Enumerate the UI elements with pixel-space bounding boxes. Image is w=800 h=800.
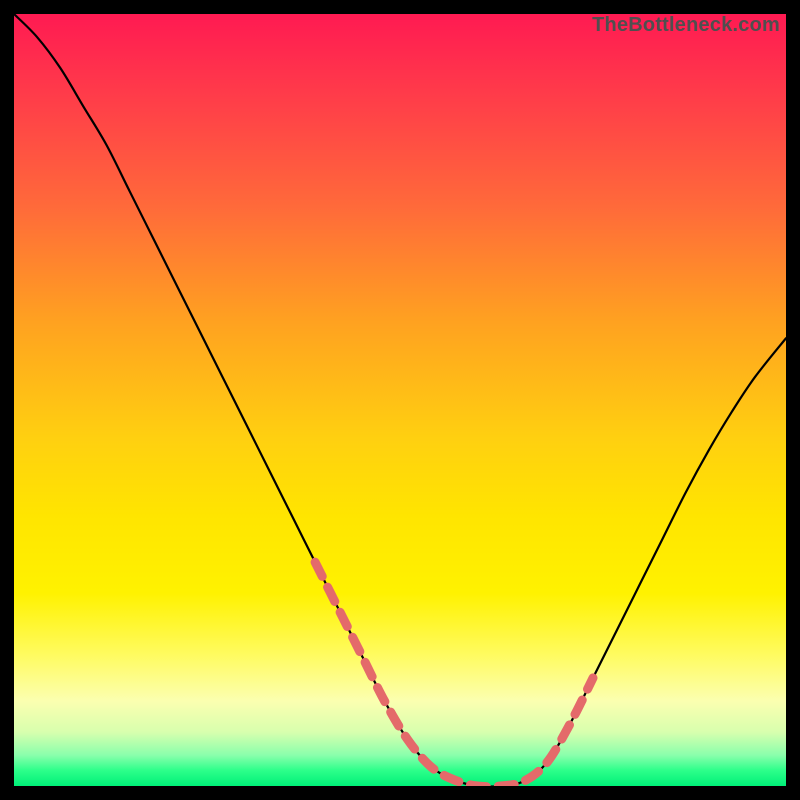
curve-layer [14, 14, 786, 786]
chart-frame: TheBottleneck.com [0, 0, 800, 800]
plot-area: TheBottleneck.com [14, 14, 786, 786]
bottleneck-curve [14, 14, 786, 786]
optimal-range-dash [315, 562, 593, 786]
